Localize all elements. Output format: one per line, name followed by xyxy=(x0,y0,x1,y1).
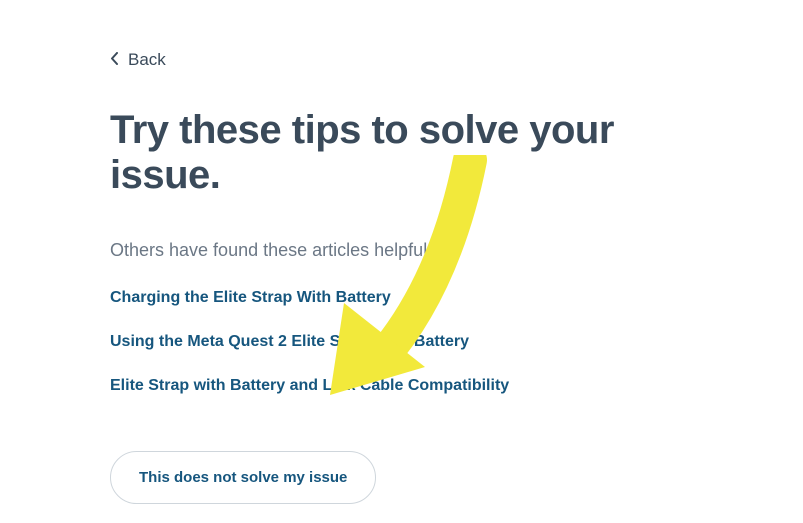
not-solve-button[interactable]: This does not solve my issue xyxy=(110,451,376,504)
article-link[interactable]: Elite Strap with Battery and Link Cable … xyxy=(110,377,693,395)
article-list: Charging the Elite Strap With Battery Us… xyxy=(110,289,693,395)
back-label: Back xyxy=(128,50,166,70)
back-link[interactable]: Back xyxy=(110,50,166,70)
page-title: Try these tips to solve your issue. xyxy=(110,108,693,198)
article-link[interactable]: Charging the Elite Strap With Battery xyxy=(110,289,693,307)
chevron-left-icon xyxy=(110,50,118,70)
article-link[interactable]: Using the Meta Quest 2 Elite Strap With … xyxy=(110,333,693,351)
subtitle: Others have found these articles helpful… xyxy=(110,240,693,261)
